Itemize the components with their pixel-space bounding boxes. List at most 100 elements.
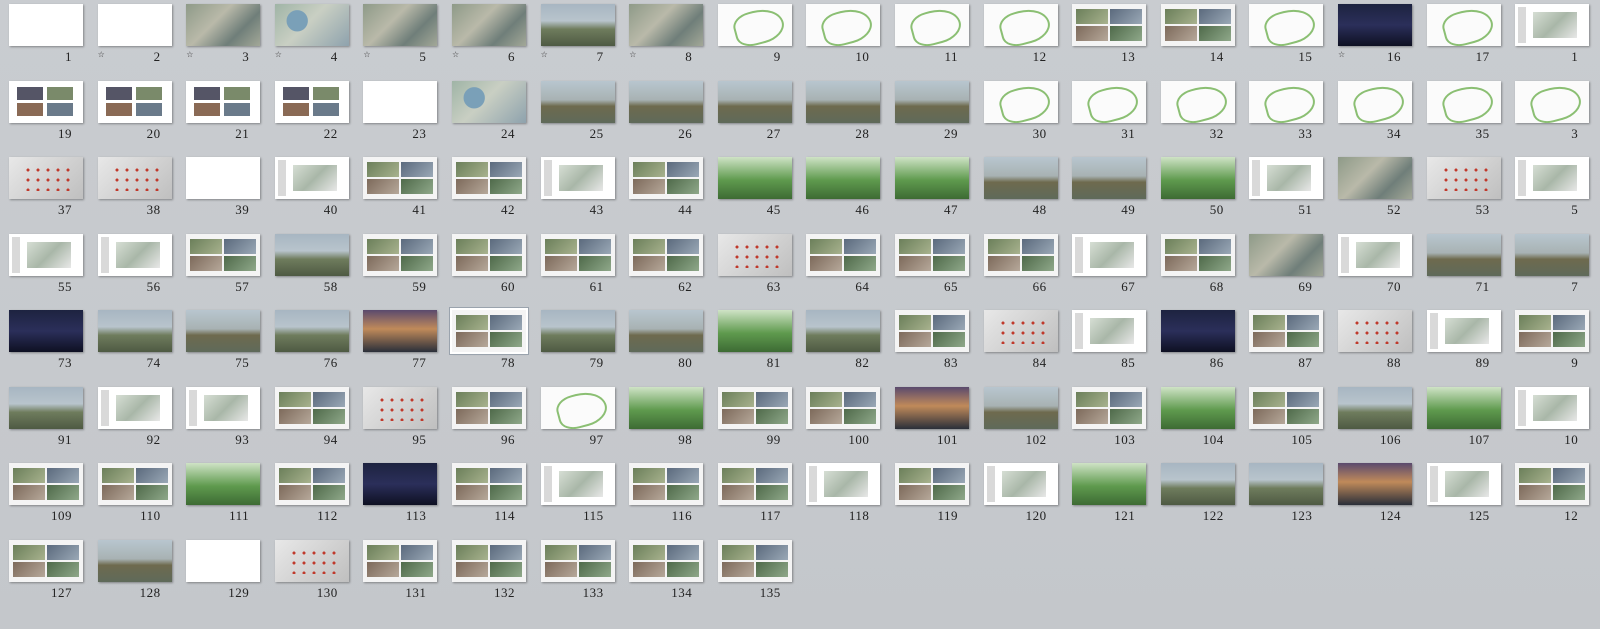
- slide-preview[interactable]: [1338, 386, 1412, 429]
- slide-preview[interactable]: [1338, 463, 1412, 505]
- slide-thumbnail[interactable]: 64: [797, 230, 887, 308]
- slide-preview[interactable]: [983, 233, 1058, 276]
- slide-thumbnail[interactable]: 99: [709, 383, 799, 461]
- slide-preview[interactable]: [1249, 4, 1324, 46]
- slide-sorter[interactable]: 1 ☆ 2 ☆ 3 ☆ 4 ☆ 5 ☆ 6 ☆ 7 ☆ 8 9 10 11 12 13 14 15 ☆ 16 17 1 19 20 21…: [0, 0, 1600, 629]
- slide-thumbnail[interactable]: 109: [0, 459, 90, 537]
- slide-preview[interactable]: [9, 539, 83, 582]
- slide-preview[interactable]: [97, 4, 172, 46]
- slide-preview[interactable]: [363, 463, 438, 505]
- slide-preview[interactable]: [540, 386, 615, 429]
- slide-thumbnail[interactable]: 127: [0, 536, 90, 614]
- slide-thumbnail[interactable]: 61: [532, 230, 622, 308]
- slide-preview[interactable]: [97, 80, 172, 123]
- slide-thumbnail[interactable]: 95: [354, 383, 444, 461]
- slide-thumbnail[interactable]: 66: [975, 230, 1065, 308]
- slide-preview[interactable]: [1426, 80, 1501, 123]
- slide-preview[interactable]: [1426, 157, 1501, 199]
- slide-preview[interactable]: [274, 539, 349, 582]
- slide-preview[interactable]: [629, 386, 704, 429]
- slide-preview[interactable]: [1426, 386, 1501, 429]
- slide-preview[interactable]: [1160, 4, 1235, 46]
- slide-preview[interactable]: [1338, 233, 1412, 276]
- slide-thumbnail[interactable]: 47: [886, 153, 976, 231]
- slide-thumbnail[interactable]: 39: [177, 153, 267, 231]
- slide-preview[interactable]: [1515, 80, 1590, 123]
- slide-preview[interactable]: [274, 233, 349, 276]
- slide-thumbnail[interactable]: 63: [709, 230, 799, 308]
- slide-thumbnail[interactable]: 89: [1418, 306, 1508, 384]
- slide-thumbnail[interactable]: 105: [1240, 383, 1330, 461]
- slide-preview[interactable]: [895, 233, 969, 276]
- slide-thumbnail[interactable]: 50: [1152, 153, 1242, 231]
- slide-thumbnail[interactable]: 58: [266, 230, 356, 308]
- slide-thumbnail[interactable]: 23: [354, 77, 444, 155]
- slide-preview[interactable]: [540, 463, 615, 505]
- slide-preview[interactable]: [806, 157, 881, 199]
- slide-preview[interactable]: [97, 386, 172, 429]
- slide-thumbnail[interactable]: 42: [443, 153, 533, 231]
- slide-thumbnail[interactable]: 5: [1506, 153, 1596, 231]
- slide-preview[interactable]: [629, 233, 704, 276]
- slide-preview[interactable]: [983, 463, 1058, 505]
- slide-thumbnail[interactable]: 88: [1329, 306, 1419, 384]
- slide-preview[interactable]: [895, 310, 969, 352]
- slide-preview[interactable]: [1249, 463, 1324, 505]
- slide-thumbnail[interactable]: 92: [89, 383, 179, 461]
- slide-preview[interactable]: [895, 157, 969, 199]
- slide-preview[interactable]: [1072, 233, 1147, 276]
- slide-preview[interactable]: [806, 386, 881, 429]
- slide-thumbnail[interactable]: 31: [1063, 77, 1153, 155]
- slide-thumbnail[interactable]: 60: [443, 230, 533, 308]
- slide-thumbnail[interactable]: 74: [89, 306, 179, 384]
- slide-thumbnail[interactable]: 34: [1329, 77, 1419, 155]
- slide-thumbnail[interactable]: 52: [1329, 153, 1419, 231]
- slide-preview[interactable]: [363, 310, 438, 352]
- slide-preview[interactable]: [1338, 310, 1412, 352]
- slide-preview[interactable]: [806, 310, 881, 352]
- slide-thumbnail[interactable]: 117: [709, 459, 799, 537]
- slide-preview[interactable]: [1515, 233, 1590, 276]
- slide-preview[interactable]: [717, 463, 792, 505]
- slide-preview[interactable]: [895, 386, 969, 429]
- slide-thumbnail[interactable]: 59: [354, 230, 444, 308]
- slide-thumbnail[interactable]: 10: [797, 0, 887, 78]
- slide-preview[interactable]: [274, 463, 349, 505]
- slide-thumbnail[interactable]: 87: [1240, 306, 1330, 384]
- slide-thumbnail[interactable]: 30: [975, 77, 1065, 155]
- slide-preview[interactable]: [806, 80, 881, 123]
- slide-preview[interactable]: [9, 80, 83, 123]
- slide-thumbnail[interactable]: 28: [797, 77, 887, 155]
- slide-thumbnail[interactable]: 53: [1418, 153, 1508, 231]
- slide-preview[interactable]: [452, 463, 526, 505]
- slide-thumbnail[interactable]: 1: [0, 0, 90, 78]
- slide-preview[interactable]: [1515, 463, 1590, 505]
- slide-thumbnail[interactable]: 55: [0, 230, 90, 308]
- slide-preview[interactable]: [629, 463, 704, 505]
- slide-thumbnail[interactable]: 120: [975, 459, 1065, 537]
- slide-thumbnail[interactable]: 48: [975, 153, 1065, 231]
- slide-thumbnail[interactable]: 91: [0, 383, 90, 461]
- slide-preview[interactable]: [1160, 386, 1235, 429]
- slide-preview[interactable]: [895, 463, 969, 505]
- slide-thumbnail[interactable]: 77: [354, 306, 444, 384]
- slide-thumbnail[interactable]: 81: [709, 306, 799, 384]
- slide-thumbnail[interactable]: 86: [1152, 306, 1242, 384]
- slide-preview[interactable]: [363, 539, 438, 582]
- slide-preview[interactable]: [1249, 310, 1324, 352]
- slide-thumbnail[interactable]: 133: [532, 536, 622, 614]
- slide-preview[interactable]: [452, 233, 526, 276]
- slide-preview[interactable]: [274, 80, 349, 123]
- slide-preview[interactable]: [9, 4, 83, 46]
- slide-thumbnail[interactable]: 19: [0, 77, 90, 155]
- slide-thumbnail[interactable]: 113: [354, 459, 444, 537]
- slide-thumbnail[interactable]: 130: [266, 536, 356, 614]
- slide-thumbnail[interactable]: 84: [975, 306, 1065, 384]
- slide-thumbnail[interactable]: 43: [532, 153, 622, 231]
- slide-preview[interactable]: [629, 539, 704, 582]
- slide-thumbnail[interactable]: 106: [1329, 383, 1419, 461]
- slide-thumbnail[interactable]: 22: [266, 77, 356, 155]
- slide-thumbnail[interactable]: 7: [1506, 230, 1596, 308]
- slide-preview[interactable]: [363, 157, 438, 199]
- slide-preview[interactable]: [717, 386, 792, 429]
